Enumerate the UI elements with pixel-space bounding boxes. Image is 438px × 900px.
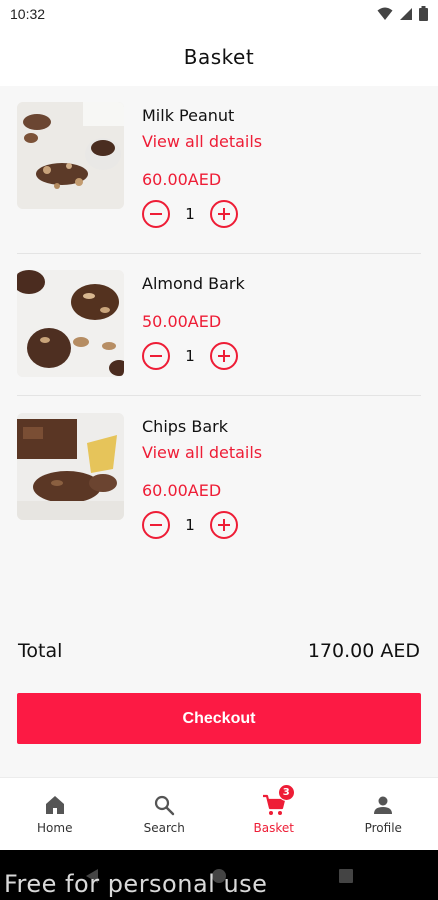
signal-icon [400,7,412,20]
nav-item-home[interactable]: Home [0,778,110,850]
nav-label: Profile [364,821,402,835]
quantity-value: 1 [185,516,195,534]
app-bar: Basket [0,28,438,86]
battery-icon [419,6,428,21]
quantity-value: 1 [185,347,195,365]
person-icon [371,793,395,817]
watermark: Free for personal use [4,870,268,898]
nav-label: Home [37,821,73,835]
total-value: 170.00 AED [307,640,420,662]
product-price: 60.00AED [142,170,222,189]
increase-quantity-button[interactable] [210,511,238,539]
cart-icon: 3 [262,784,295,817]
divider [17,395,421,396]
page-title: Basket [183,45,255,69]
nav-item-basket[interactable]: 3 Basket [219,778,329,850]
quantity-stepper: 1 [142,342,238,370]
status-icons [377,6,428,21]
recents-icon[interactable] [338,868,354,884]
view-details-link[interactable]: View all details [142,132,262,151]
nav-label: Basket [253,821,294,835]
total-label: Total [18,640,63,662]
product-name: Milk Peanut [142,106,235,125]
total-row: Total 170.00 AED [18,636,420,666]
product-price: 50.00AED [142,312,222,331]
divider [17,253,421,254]
product-image[interactable] [17,102,124,209]
quantity-stepper: 1 [142,511,238,539]
product-price: 60.00AED [142,481,222,500]
wifi-icon [377,7,393,20]
quantity-value: 1 [185,205,195,223]
increase-quantity-button[interactable] [210,200,238,228]
decrease-quantity-button[interactable] [142,342,170,370]
cart-count-badge: 3 [277,784,295,801]
status-time: 10:32 [10,6,46,22]
product-name: Almond Bark [142,274,245,293]
decrease-quantity-button[interactable] [142,511,170,539]
home-icon [43,793,67,817]
nav-label: Search [143,821,185,835]
checkout-button[interactable]: Checkout [17,693,421,744]
decrease-quantity-button[interactable] [142,200,170,228]
search-icon [152,793,176,817]
product-name: Chips Bark [142,417,228,436]
view-details-link[interactable]: View all details [142,443,262,462]
nav-item-search[interactable]: Search [110,778,220,850]
product-image[interactable] [17,413,124,520]
nav-item-profile[interactable]: Profile [329,778,438,850]
status-bar: 10:32 [0,0,438,28]
quantity-stepper: 1 [142,200,238,228]
product-image[interactable] [17,270,124,377]
increase-quantity-button[interactable] [210,342,238,370]
bottom-nav: Home Search 3 Basket Profile [0,777,438,850]
